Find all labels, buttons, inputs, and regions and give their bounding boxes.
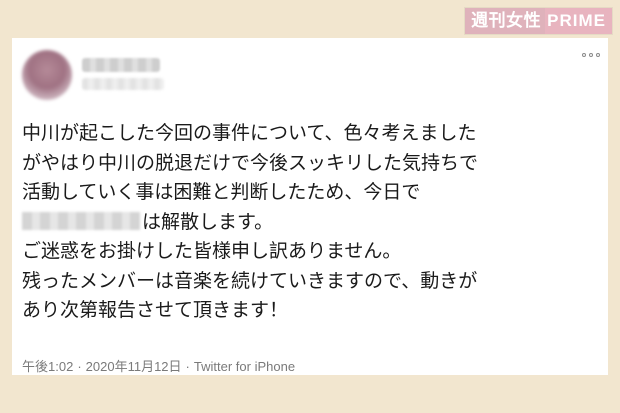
blurred-username[interactable] <box>82 78 164 90</box>
avatar[interactable] <box>22 50 72 100</box>
tweet-metadata: 午後1:02 · 2020年11月12日 · Twitter for iPhone <box>22 356 295 375</box>
tweet-line: 中川が起こした今回の事件について、色々考えました <box>22 122 477 144</box>
tweet-text: 中川が起こした今回の事件について、色々考えました がやはり中川の脱退だけで今後ス… <box>22 119 602 326</box>
watermark-right: PRIME <box>545 8 612 34</box>
tweet-date[interactable]: 2020年11月12日 <box>86 359 182 374</box>
separator: · <box>77 359 82 374</box>
tweet-line: あり次第報告させて頂きます！ <box>22 299 289 321</box>
separator: · <box>185 359 190 374</box>
tweet-line-tail: は解散します。 <box>142 210 274 233</box>
tweet-source[interactable]: Twitter for iPhone <box>194 359 295 374</box>
tweet-time[interactable]: 午後1:02 <box>22 359 73 374</box>
tweet-line: がやはり中川の脱退だけで今後スッキリした気持ちで <box>22 151 479 174</box>
tweet-line: 残ったメンバーは音楽を続けていきますので、動きが <box>22 269 478 292</box>
blurred-display-name[interactable] <box>82 58 160 72</box>
tweet-line-with-redaction: は解散します。 <box>22 208 602 238</box>
tweet-card: 中川が起こした今回の事件について、色々考えました がやはり中川の脱退だけで今後ス… <box>12 38 608 375</box>
more-options-icon[interactable] <box>582 50 600 60</box>
tweet-line: 活動していく事は困難と判断したため、今日で <box>22 181 421 203</box>
tweet-line: ご迷惑をお掛けした皆様申し訳ありません。 <box>22 240 402 262</box>
redacted-band-name <box>22 211 140 230</box>
publication-watermark: 週刊女性 PRIME <box>465 8 612 34</box>
watermark-left: 週刊女性 <box>465 8 546 34</box>
